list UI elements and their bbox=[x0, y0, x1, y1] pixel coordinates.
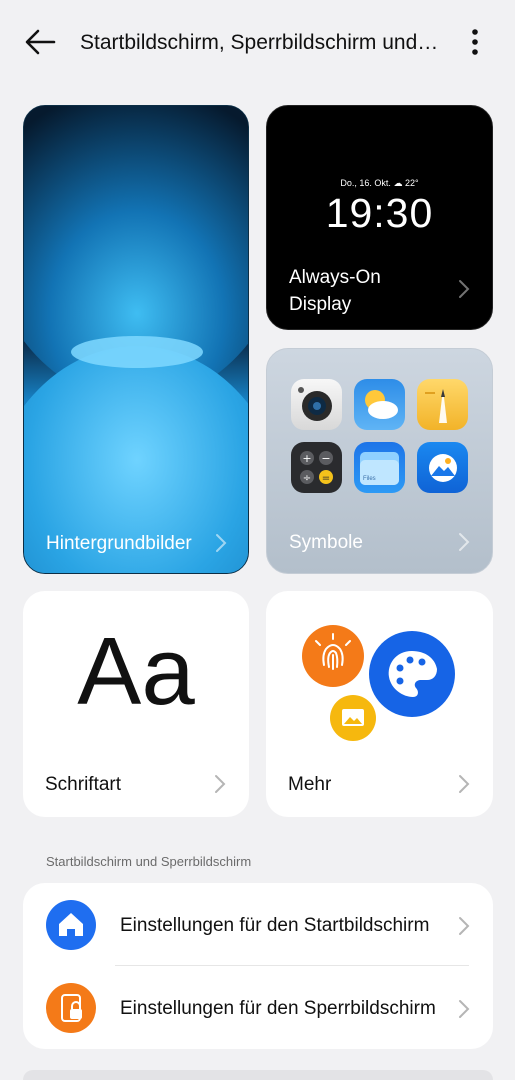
aod-date: Do., 16. Okt. bbox=[340, 178, 391, 188]
chevron-right-icon bbox=[459, 917, 470, 935]
lock-screen-icon bbox=[46, 983, 96, 1033]
icons-card[interactable]: + − ÷ = Files Symbole bbox=[266, 348, 493, 574]
aod-date-line: Do., 16. Okt. ☁ 22° bbox=[267, 178, 492, 189]
font-label: Schriftart bbox=[45, 774, 122, 795]
chevron-right-icon bbox=[459, 533, 470, 551]
chevron-right-icon bbox=[459, 775, 470, 793]
more-vertical-icon bbox=[472, 29, 478, 55]
chevron-right-icon bbox=[459, 1000, 470, 1018]
calculator-icon: + − ÷ = bbox=[291, 442, 342, 493]
svg-text:=: = bbox=[322, 473, 330, 484]
palette-icon bbox=[369, 631, 455, 717]
icons-label: Symbole bbox=[289, 532, 363, 553]
svg-text:+: + bbox=[302, 452, 311, 465]
list-item-lock-screen-settings[interactable]: Einstellungen für den Sperrbildschirm bbox=[23, 966, 493, 1048]
chevron-right-icon bbox=[215, 775, 226, 793]
page-title: Startbildschirm, Sperrbildschirm und Des… bbox=[80, 31, 442, 54]
always-on-display-card[interactable]: Do., 16. Okt. ☁ 22° 19:30 Always-On Disp… bbox=[266, 105, 493, 330]
font-card[interactable]: Aa Schriftart bbox=[23, 591, 249, 817]
more-options-button[interactable] bbox=[460, 24, 490, 60]
more-label: Mehr bbox=[288, 774, 332, 795]
header: Startbildschirm, Sperrbildschirm und Des… bbox=[0, 0, 515, 88]
aod-temperature: 22° bbox=[404, 178, 419, 188]
fingerprint-icon bbox=[302, 625, 364, 687]
svg-text:−: − bbox=[321, 452, 330, 465]
aod-time: 19:30 bbox=[325, 190, 434, 236]
home-icon bbox=[46, 900, 96, 950]
font-sample: Aa bbox=[77, 618, 195, 725]
list-item-home-screen-settings[interactable]: Einstellungen für den Startbildschirm bbox=[23, 883, 493, 966]
settings-list: Einstellungen für den Startbildschirm Ei… bbox=[23, 883, 493, 1049]
cloud-icon: ☁ bbox=[393, 178, 403, 188]
chevron-right-icon bbox=[216, 534, 227, 552]
more-card[interactable]: Mehr bbox=[266, 591, 493, 817]
aod-label: Always-On Display bbox=[289, 267, 381, 315]
chevron-right-icon bbox=[459, 280, 470, 298]
svg-text:÷: ÷ bbox=[303, 473, 311, 484]
next-card-edge bbox=[23, 1070, 493, 1080]
files-label: Files bbox=[363, 476, 376, 482]
notes-icon bbox=[417, 379, 468, 430]
wallpapers-label: Hintergrundbilder bbox=[46, 533, 192, 554]
list-item-label: Einstellungen für den Sperrbildschirm bbox=[120, 998, 436, 1019]
list-item-label: Einstellungen für den Startbildschirm bbox=[120, 915, 430, 936]
wallpaper-preview-image bbox=[24, 106, 248, 573]
photos-icon bbox=[417, 442, 468, 493]
weather-icon bbox=[354, 379, 405, 430]
wallpaper-icon bbox=[330, 695, 376, 741]
wallpapers-card[interactable]: Hintergrundbilder bbox=[23, 105, 249, 574]
back-button[interactable] bbox=[20, 24, 60, 60]
section-header: Startbildschirm und Sperrbildschirm bbox=[46, 854, 252, 869]
camera-icon bbox=[291, 379, 342, 430]
back-arrow-icon bbox=[25, 29, 56, 55]
files-icon: Files bbox=[354, 442, 405, 493]
